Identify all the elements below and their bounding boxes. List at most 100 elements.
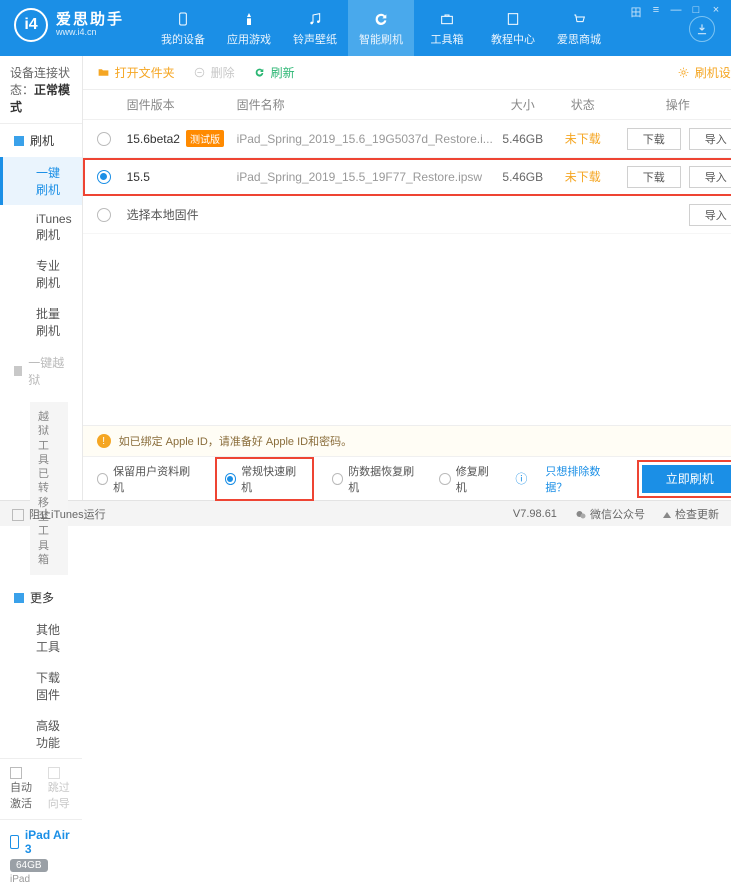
toolbox-icon: [438, 10, 456, 28]
connection-status: 设备连接状态：正常模式: [0, 56, 82, 124]
row-radio[interactable]: [97, 208, 111, 222]
nav-label: 应用游戏: [227, 31, 271, 47]
sidebar-item-oneclick-flash[interactable]: 一键刷机: [0, 157, 82, 205]
nav-label: 爱思商城: [557, 31, 601, 47]
nav-label: 教程中心: [491, 31, 535, 47]
fw-size: 5.46GB: [493, 170, 553, 184]
nav-label: 智能刷机: [359, 31, 403, 47]
music-icon: [306, 10, 324, 28]
warning-icon: !: [97, 434, 111, 448]
sidebar-group-jailbreak[interactable]: 一键越狱: [0, 346, 82, 396]
delete-icon: [193, 66, 206, 79]
nav-label: 我的设备: [161, 31, 205, 47]
app-name: 爱思助手: [56, 12, 124, 29]
sidebar-item-download-firmware[interactable]: 下载固件: [0, 662, 82, 710]
nav-my-device[interactable]: 我的设备: [150, 0, 216, 56]
nav-store[interactable]: 爱思商城: [546, 0, 612, 56]
sidebar-item-other-tools[interactable]: 其他工具: [0, 614, 82, 662]
nav-tutorial[interactable]: 教程中心: [480, 0, 546, 56]
win-close-icon[interactable]: ×: [707, 4, 725, 18]
btn-label: 刷机设置: [695, 64, 731, 81]
skip-guide-checkbox[interactable]: 跳过向导: [48, 767, 72, 811]
fw-state: 未下载: [553, 130, 613, 147]
nav-label: 工具箱: [431, 31, 464, 47]
local-firmware-row[interactable]: 选择本地固件 导入: [83, 196, 731, 234]
row-radio[interactable]: [97, 132, 111, 146]
import-button[interactable]: 导入: [689, 166, 731, 188]
sidebar-item-advanced[interactable]: 高级功能: [0, 710, 82, 758]
nav-flash[interactable]: 智能刷机: [348, 0, 414, 56]
info-icon[interactable]: ⓘ: [515, 470, 527, 487]
app-icon: [240, 10, 258, 28]
firmware-row[interactable]: 15.6beta2测试版 iPad_Spring_2019_15.6_19G50…: [83, 120, 731, 158]
app-logo: i4 爱思助手 www.i4.cn: [0, 0, 138, 50]
fw-version: 15.6beta2: [127, 132, 180, 146]
th-state: 状态: [553, 96, 613, 113]
square-icon: [14, 136, 24, 146]
sidebar-group-more[interactable]: 更多: [0, 581, 82, 614]
nav-ringtone[interactable]: 铃声壁纸: [282, 0, 348, 56]
notice-text: 如已绑定 Apple ID，请准备好 Apple ID和密码。: [119, 433, 353, 449]
check-update-link[interactable]: 检查更新: [663, 506, 719, 522]
download-button[interactable]: 下载: [627, 128, 681, 150]
row-radio[interactable]: [97, 170, 111, 184]
win-max-icon[interactable]: □: [687, 4, 705, 18]
refresh-icon: [253, 66, 266, 79]
mode-label: 保留用户资料刷机: [113, 463, 197, 495]
mode-keep-data[interactable]: 保留用户资料刷机: [97, 463, 197, 495]
win-menu-icon[interactable]: ≡: [647, 4, 665, 18]
fw-state: 未下载: [553, 168, 613, 185]
wechat-link[interactable]: 微信公众号: [575, 506, 645, 522]
wechat-icon: [575, 509, 587, 521]
sidebar-group-flash[interactable]: 刷机: [0, 124, 82, 157]
gear-icon: [677, 66, 690, 79]
nav-tools[interactable]: 工具箱: [414, 0, 480, 56]
top-nav: 我的设备 应用游戏 铃声壁纸 智能刷机 工具箱 教程中心 爱思商城: [150, 0, 612, 56]
mode-fast-flash[interactable]: 常规快速刷机: [215, 457, 314, 501]
block-itunes-checkbox[interactable]: 阻止iTunes运行: [12, 506, 106, 522]
checkbox-label: 跳过向导: [48, 782, 70, 810]
window-controls: 田 ≡ — □ ×: [627, 4, 725, 18]
device-type: iPad: [10, 874, 72, 885]
mode-repair[interactable]: 修复刷机: [439, 463, 497, 495]
checkbox-label: 自动激活: [10, 782, 32, 810]
th-version: 固件版本: [127, 96, 237, 113]
checkbox-label: 阻止iTunes运行: [29, 509, 106, 521]
tablet-icon: [10, 835, 19, 849]
device-capacity: 64GB: [10, 859, 48, 872]
flash-settings-button[interactable]: 刷机设置: [677, 64, 731, 81]
btn-label: 打开文件夹: [115, 64, 175, 81]
win-min-icon[interactable]: —: [667, 4, 685, 18]
sidebar-item-pro-flash[interactable]: 专业刷机: [0, 250, 82, 298]
th-size: 大小: [493, 96, 553, 113]
import-button[interactable]: 导入: [689, 204, 731, 226]
win-grid-icon[interactable]: 田: [627, 4, 645, 18]
firmware-row[interactable]: 15.5 iPad_Spring_2019_15.5_19F77_Restore…: [83, 158, 731, 196]
cart-icon: [570, 10, 588, 28]
up-icon: [663, 512, 671, 518]
local-fw-label: 选择本地固件: [127, 206, 613, 223]
download-manager-icon[interactable]: [689, 16, 715, 42]
app-site: www.i4.cn: [56, 28, 124, 38]
device-name: iPad Air 3: [25, 828, 72, 856]
open-folder-button[interactable]: 打开文件夹: [97, 64, 175, 81]
sidebar-item-itunes-flash[interactable]: iTunes刷机: [0, 205, 82, 250]
group-label: 一键越狱: [28, 354, 67, 388]
beta-badge: 测试版: [186, 130, 224, 147]
group-label: 更多: [30, 589, 54, 606]
download-button[interactable]: 下载: [627, 166, 681, 188]
jailbreak-moved-notice: 越狱工具已转移至工具箱: [30, 402, 68, 575]
exclude-data-link[interactable]: 只想排除数据？: [545, 463, 618, 495]
refresh-button[interactable]: 刷新: [253, 64, 295, 81]
mode-anti-recover[interactable]: 防数据恢复刷机: [332, 463, 422, 495]
auto-activate-checkbox[interactable]: 自动激活: [10, 767, 34, 811]
table-header: 固件版本 固件名称 大小 状态 操作: [83, 90, 731, 120]
sidebar-item-batch-flash[interactable]: 批量刷机: [0, 298, 82, 346]
th-name: 固件名称: [237, 96, 493, 113]
mode-label: 常规快速刷机: [241, 463, 304, 495]
nav-apps[interactable]: 应用游戏: [216, 0, 282, 56]
device-info[interactable]: iPad Air 3 64GB iPad: [0, 819, 82, 893]
link-label: 检查更新: [675, 509, 719, 521]
flash-now-button[interactable]: 立即刷机: [642, 465, 731, 493]
import-button[interactable]: 导入: [689, 128, 731, 150]
